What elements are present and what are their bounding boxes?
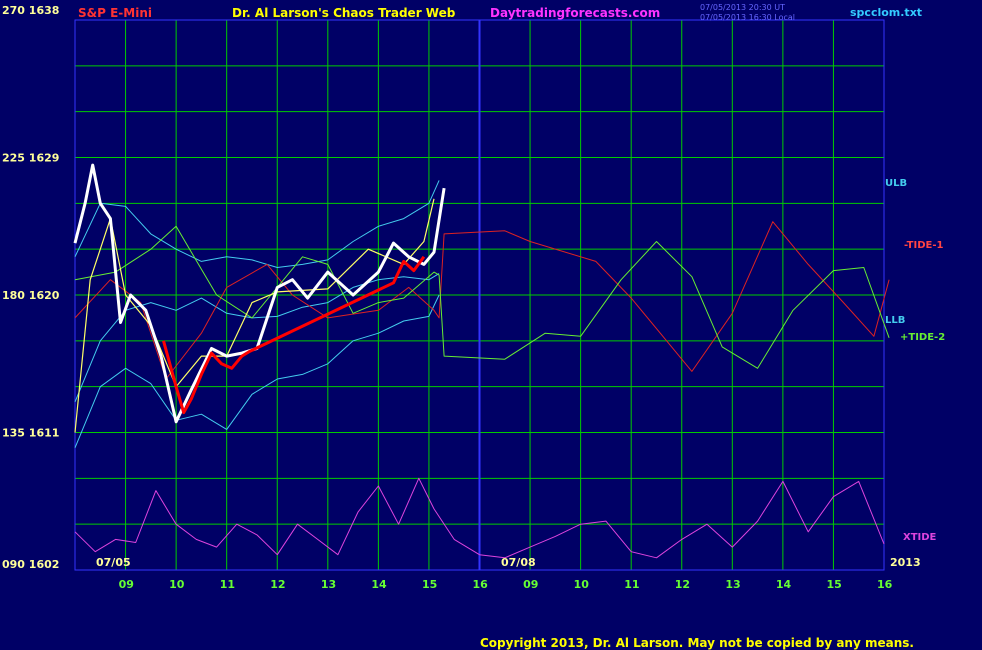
price-chart: 270 1638 225 1629 180 1620 135 1611 090 1602… — [0, 0, 982, 650]
y-tick-label: 135 1611 — [2, 427, 59, 440]
x-tick-label: 15 — [422, 578, 437, 591]
label-tide1: -TIDE-1 — [904, 240, 944, 251]
x-tick-label: 10 — [169, 578, 185, 591]
timestamp-local: 07/05/2013 16:30 Local — [700, 13, 795, 22]
label-ulb: ULB — [885, 178, 907, 189]
chart-title-site: Daytradingforecasts.com — [490, 6, 660, 20]
x-tick-label: 15 — [826, 578, 841, 591]
y-tick-label: 270 1638 — [2, 4, 59, 17]
year-label: 2013 — [890, 556, 921, 569]
x-tick-label: 09 — [119, 578, 134, 591]
timestamp-ut: 07/05/2013 20:30 UT — [700, 3, 785, 12]
x-tick-label: 14 — [776, 578, 792, 591]
y-tick-label: 090 1602 — [2, 558, 59, 571]
chart-title-left: S&P E-Mini — [78, 6, 152, 20]
x-tick-label: 12 — [675, 578, 690, 591]
date-label-2: 07/08 — [501, 556, 536, 569]
chart-background — [0, 0, 982, 650]
x-tick-label: 11 — [220, 578, 235, 591]
x-tick-label: 09 — [523, 578, 538, 591]
x-tick-label: 14 — [371, 578, 387, 591]
chart-title-center: Dr. Al Larson's Chaos Trader Web — [232, 6, 456, 20]
x-tick-label: 16 — [877, 578, 893, 591]
x-tick-label: 13 — [321, 578, 336, 591]
label-llb: LLB — [885, 315, 905, 326]
x-tick-label: 13 — [725, 578, 740, 591]
label-tide2: +TIDE-2 — [900, 332, 945, 343]
date-label-1: 07/05 — [96, 556, 131, 569]
y-tick-label: 180 1620 — [2, 289, 60, 302]
x-tick-label: 12 — [270, 578, 285, 591]
x-tick-label: 11 — [624, 578, 639, 591]
y-tick-label: 225 1629 — [2, 152, 59, 165]
x-tick-label: 16 — [473, 578, 489, 591]
label-xtide: XTIDE — [903, 532, 937, 543]
file-name: spcclom.txt — [850, 6, 922, 19]
x-tick-label: 10 — [574, 578, 590, 591]
copyright: Copyright 2013, Dr. Al Larson. May not b… — [480, 636, 914, 650]
